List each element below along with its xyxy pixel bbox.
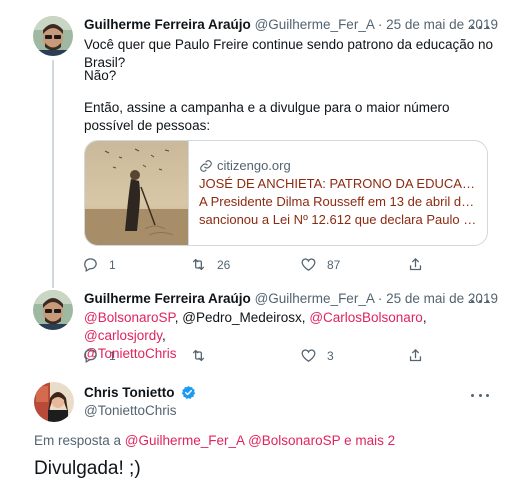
share-button[interactable] xyxy=(407,256,424,273)
author-handle[interactable]: @Guilherme_Fer_A xyxy=(255,291,375,306)
more-options-icon[interactable] xyxy=(471,20,489,34)
reply-button[interactable]: 1 xyxy=(82,256,116,273)
heart-icon xyxy=(301,349,316,362)
separator-dot: · xyxy=(377,291,383,306)
reply-icon xyxy=(84,258,97,273)
tweet-3-handle-line: @ToniettoChris xyxy=(84,403,177,418)
avatar-guilherme[interactable] xyxy=(33,290,73,330)
tweet-3-header: Chris Tonietto xyxy=(84,385,196,400)
link-icon xyxy=(200,160,212,172)
card-image xyxy=(85,141,189,245)
mention-separator: , xyxy=(422,310,427,325)
focused-tweet-text: Divulgada! ;) xyxy=(34,458,141,479)
reply-icon xyxy=(84,349,97,364)
author-handle[interactable]: @Guilherme_Fer_A xyxy=(255,17,375,32)
avatar-chris-tonietto[interactable] xyxy=(34,382,74,422)
like-count: 3 xyxy=(327,348,334,363)
tweet-2-header: Guilherme Ferreira Araújo @Guilherme_Fer… xyxy=(84,291,498,306)
card-title: JOSÉ DE ANCHIETA: PATRONO DA EDUCAÇÃO D.… xyxy=(199,176,481,191)
separator-dot: · xyxy=(377,17,383,32)
author-name[interactable]: Guilherme Ferreira Araújo xyxy=(84,291,251,306)
retweet-button[interactable] xyxy=(190,347,217,364)
retweet-button[interactable]: 26 xyxy=(190,256,230,273)
share-icon xyxy=(409,258,422,271)
tweet-1-text-line2: Não? xyxy=(84,68,117,83)
tweet-2-actions: 1 3 xyxy=(82,347,432,365)
heart-icon xyxy=(301,258,316,271)
mention-carlosbolsonaro[interactable]: @CarlosBolsonaro xyxy=(309,310,423,325)
reply-count: 1 xyxy=(109,348,116,363)
author-name[interactable]: Guilherme Ferreira Araújo xyxy=(84,17,251,32)
like-count: 87 xyxy=(327,257,341,272)
reply-prefix: Em resposta a xyxy=(34,433,125,448)
reply-button[interactable]: 1 xyxy=(82,347,116,364)
share-icon xyxy=(409,349,422,362)
reply-others-link[interactable]: e mais 2 xyxy=(344,433,395,448)
tweet-1[interactable]: Guilherme Ferreira Araújo @Guilherme_Fer… xyxy=(0,0,511,280)
mention-pedro-medeirosx[interactable]: @Pedro_Medeirosx xyxy=(182,310,302,325)
retweet-icon xyxy=(192,349,205,362)
share-button[interactable] xyxy=(407,347,424,364)
tweet-2[interactable]: Guilherme Ferreira Araújo @Guilherme_Fer… xyxy=(0,280,511,372)
link-card[interactable]: citizengo.org JOSÉ DE ANCHIETA: PATRONO … xyxy=(84,140,488,246)
like-button[interactable]: 87 xyxy=(300,256,340,273)
more-options-icon[interactable] xyxy=(471,388,489,402)
card-description-line1: A Presidente Dilma Rousseff em 13 de abr… xyxy=(199,194,481,209)
reply-context: Em resposta a @Guilherme_Fer_A @Bolsonar… xyxy=(34,433,395,448)
reply-mention-guilherme[interactable]: @Guilherme_Fer_A xyxy=(125,433,245,448)
card-domain: citizengo.org xyxy=(199,157,481,175)
card-body: citizengo.org JOSÉ DE ANCHIETA: PATRONO … xyxy=(199,157,481,229)
author-handle[interactable]: @ToniettoChris xyxy=(84,403,177,418)
retweet-count: 26 xyxy=(217,257,231,272)
retweet-icon xyxy=(192,258,205,271)
verified-badge-icon xyxy=(182,385,196,399)
like-button[interactable]: 3 xyxy=(300,347,334,364)
mention-separator: , xyxy=(161,328,166,343)
tweet-1-header: Guilherme Ferreira Araújo @Guilherme_Fer… xyxy=(84,17,498,32)
tweet-1-actions: 1 26 87 xyxy=(82,256,432,274)
avatar-guilherme[interactable] xyxy=(33,16,73,56)
more-options-icon[interactable] xyxy=(471,294,489,308)
reply-count: 1 xyxy=(109,257,116,272)
author-name[interactable]: Chris Tonietto xyxy=(84,385,175,400)
card-description-line2: sancionou a Lei Nº 12.612 que declara Pa… xyxy=(199,212,481,227)
card-domain-text: citizengo.org xyxy=(217,158,291,173)
tweet-1-text-line3: Então, assine a campanha e a divulgue pa… xyxy=(84,100,450,133)
mention-bolsonarosp[interactable]: @BolsonaroSP xyxy=(84,310,175,325)
mention-carlosjordy[interactable]: @carlosjordy xyxy=(84,328,162,343)
reply-mention-bolsonarosp[interactable]: @BolsonaroSP xyxy=(248,433,340,448)
